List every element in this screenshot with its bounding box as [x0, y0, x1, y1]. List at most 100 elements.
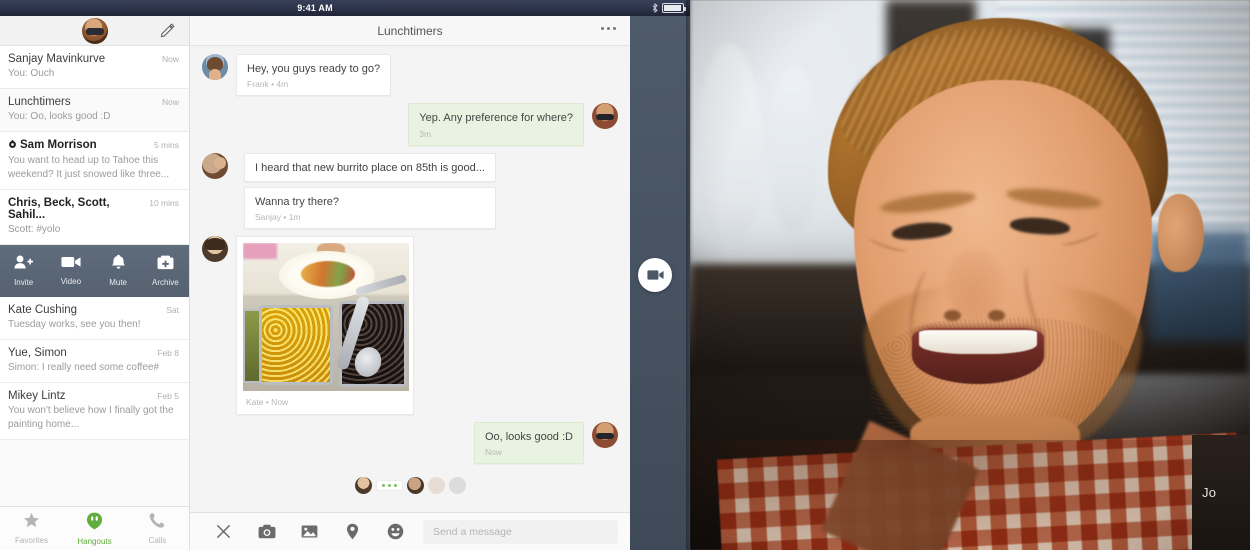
conversation-snippet: You: Ouch [8, 68, 55, 79]
list-header [0, 16, 189, 46]
video-call-button[interactable] [638, 258, 672, 292]
archive-button[interactable]: Archive [142, 255, 188, 287]
conversation-pane: Lunchtimers Hey, you guys ready to go? F… [190, 16, 630, 550]
message-composer [190, 512, 630, 550]
conversation-time: Now [161, 97, 179, 108]
status-bar-indicators [652, 3, 686, 13]
search-input[interactable] [423, 519, 618, 544]
avatar[interactable] [81, 17, 108, 44]
conversation-time: Sat [166, 304, 179, 315]
conversation-time: 5 mins [153, 140, 179, 151]
message-bubble[interactable]: Yep. Any preference for where? 3m [408, 103, 584, 146]
conversation-name: Kate Cushing [8, 303, 78, 316]
conversation-snippet: You want to head up to Tahoe this weeken… [8, 155, 170, 180]
conversation-name: Sanjay Mavinkurve [8, 53, 106, 65]
message-list: Hey, you guys ready to go? Frank • 4m Ye… [190, 46, 630, 512]
participant-avatar[interactable] [448, 477, 466, 495]
list-item[interactable]: Mikey Lintz Feb 5 You won't believe how … [0, 383, 189, 440]
mute-button[interactable]: Mute [95, 254, 141, 287]
conversation-snippet: You: Oo, looks good :D [8, 111, 111, 123]
message-meta: Kate • Now [246, 397, 289, 408]
list-item[interactable]: Kate Cushing Sat Tuesday works, see you … [0, 296, 189, 341]
conversation-action-bar: Invite Video Mute Archive [0, 244, 189, 297]
conversation-name: Mikey Lintz [8, 390, 66, 403]
app-screen: Jo 9:41 AM Sanjay Mavinkurve Now You: Ou… [0, 0, 1250, 550]
avatar[interactable] [592, 422, 618, 449]
add-person-icon [14, 254, 34, 275]
video-label: Video [60, 277, 82, 287]
invite-label: Invite [14, 278, 34, 288]
phone-icon [149, 512, 166, 534]
conversation-snippet: Scott: #yolo [8, 223, 61, 235]
photo-message[interactable]: Kate • Now [236, 236, 414, 416]
video-call-feed: Jo [690, 0, 1250, 550]
list-item[interactable]: Chris, Beck, Scott, Sahil... 10 mins Sco… [0, 189, 189, 245]
participant-avatar[interactable] [406, 477, 424, 495]
battery-icon [662, 3, 686, 13]
conversation-time: Feb 5 [157, 391, 179, 402]
conversation-name: Yue, Simon [8, 347, 67, 360]
mute-label: Mute [109, 278, 128, 288]
conversation-name: Lunchtimers [8, 96, 71, 109]
archive-box-icon [157, 255, 174, 275]
message-text: Hey, you guys ready to go? [247, 63, 381, 75]
photo-tray-rice [259, 305, 333, 386]
message-bubble[interactable]: Wanna try there? Sanjay • 1m [244, 186, 496, 230]
participant-avatar[interactable] [354, 477, 372, 495]
avatar[interactable] [202, 152, 228, 179]
avatar[interactable] [202, 54, 228, 80]
calls-label: Calls [148, 536, 167, 545]
image-icon[interactable] [288, 524, 331, 539]
emoji-icon[interactable] [374, 523, 417, 540]
message-row: Yep. Any preference for where? 3m [202, 103, 618, 146]
photo-background-person [243, 243, 277, 260]
message-meta: Now [484, 447, 502, 458]
message-meta: Sanjay • 1m [255, 212, 301, 223]
list-item[interactable]: Sanjay Mavinkurve Now You: Ouch [0, 46, 189, 90]
bluetooth-icon [652, 3, 658, 13]
conversation-list[interactable]: Sanjay Mavinkurve Now You: Ouch Lunchtim… [0, 46, 189, 506]
message-text: Wanna try there? [255, 195, 339, 208]
message-bubble[interactable]: Hey, you guys ready to go? Frank • 4m [236, 54, 392, 97]
avatar[interactable] [202, 236, 228, 263]
message-row: Oo, looks good :D Now [202, 422, 618, 465]
conversation-time: Feb 8 [157, 348, 179, 359]
location-pin-icon[interactable] [331, 523, 374, 540]
video-overlay-label: Jo [1202, 485, 1217, 500]
message-meta: 3m [419, 128, 432, 139]
close-icon[interactable] [202, 524, 245, 539]
message-bubble[interactable]: I heard that new burrito place on 85th i… [244, 152, 496, 182]
archive-label: Archive [152, 277, 179, 287]
conversation-time: Now [161, 54, 179, 64]
invite-button[interactable]: Invite [1, 254, 47, 287]
camera-icon[interactable] [245, 524, 288, 539]
device-edge-shadow [686, 0, 694, 550]
avatar[interactable] [592, 103, 618, 130]
message-text: Yep. Any preference for where? [419, 112, 573, 125]
page-title: Lunchtimers [377, 23, 443, 38]
photo-burrito [301, 261, 355, 288]
video-name-overlay: Jo [1192, 435, 1250, 550]
gear-icon [8, 140, 17, 152]
list-item[interactable]: Lunchtimers Now You: Oo, looks good :D [0, 89, 189, 133]
status-bar: 9:41 AM [0, 0, 690, 16]
overflow-menu-icon[interactable] [601, 27, 616, 30]
video-button[interactable]: Video [48, 255, 94, 286]
tab-calls[interactable]: Calls [131, 512, 185, 545]
participant-presence-row [202, 471, 618, 501]
message-row: I heard that new burrito place on 85th i… [202, 152, 618, 230]
participant-avatar[interactable] [427, 477, 445, 495]
conversation-snippet: Tuesday works, see you then! [8, 318, 141, 330]
hangouts-label: Hangouts [77, 536, 112, 546]
conversation-name: Chris, Beck, Scott, Sahil... [8, 196, 110, 221]
bottom-navigation: Favorites Hangouts Calls [0, 506, 189, 550]
tab-favorites[interactable]: Favorites [5, 512, 59, 545]
compose-icon[interactable] [160, 23, 175, 43]
tab-hangouts[interactable]: Hangouts [68, 512, 122, 546]
favorites-label: Favorites [15, 536, 48, 545]
conversation-snippet: Simon: I really need some coffee# [8, 362, 160, 374]
conversation-header: Lunchtimers [190, 16, 630, 46]
list-item[interactable]: Yue, Simon Feb 8 Simon: I really need so… [0, 340, 189, 384]
message-bubble[interactable]: Oo, looks good :D Now [473, 422, 584, 465]
list-item[interactable]: Sam Morrison 5 mins You want to head up … [0, 132, 189, 190]
